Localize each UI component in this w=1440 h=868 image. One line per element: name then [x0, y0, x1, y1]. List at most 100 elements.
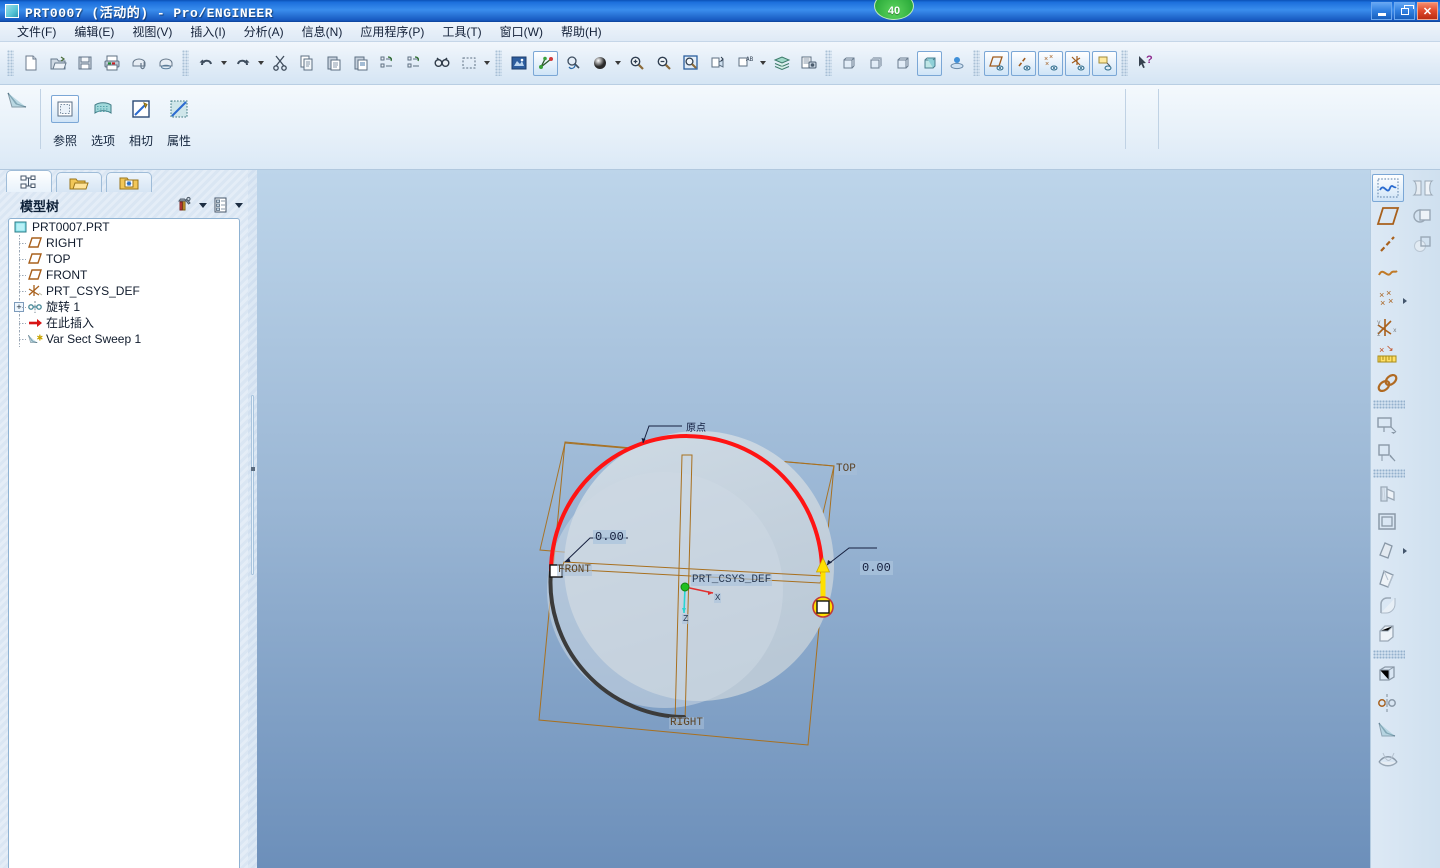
menu-item-7[interactable]: 工具(T): [433, 21, 490, 42]
trajectory-start-dim[interactable]: 0.00: [593, 530, 626, 544]
screenshot-icon[interactable]: [796, 51, 821, 76]
menu-item-1[interactable]: 编辑(E): [65, 21, 123, 42]
datum-axis-display-icon[interactable]: [1011, 50, 1036, 76]
sweep-blend-icon[interactable]: [1372, 564, 1404, 592]
context-help-icon[interactable]: ?: [1132, 51, 1157, 76]
tree-item-在此插入[interactable]: 在此插入: [9, 315, 239, 331]
flyout-arrow-icon[interactable]: [1403, 548, 1407, 554]
model-tree[interactable]: PRT0007.PRT RIGHT TOP FRONT PRT_CSYS_DEF + 旋转 …: [8, 218, 240, 868]
zoom-out-icon[interactable]: [651, 51, 676, 76]
splitter-handle[interactable]: [251, 467, 255, 471]
sketch-icon[interactable]: [1372, 174, 1404, 202]
spin-center-icon[interactable]: [533, 50, 558, 76]
show-icon[interactable]: [210, 195, 232, 215]
orient-icon[interactable]: [560, 51, 585, 76]
restore-button[interactable]: [1394, 2, 1415, 20]
datum-axis-icon[interactable]: [1372, 230, 1404, 258]
mirror-icon[interactable]: [1372, 689, 1404, 717]
dashboard-tab-属性[interactable]: 属性: [160, 95, 198, 149]
datum-plane-display-icon[interactable]: [984, 50, 1009, 76]
shell-icon[interactable]: [1372, 508, 1404, 536]
zoom-in-icon[interactable]: [624, 51, 649, 76]
undo-icon[interactable]: [193, 51, 218, 76]
shade-icon[interactable]: [587, 51, 612, 76]
menu-item-0[interactable]: 文件(F): [8, 21, 65, 42]
shading-icon[interactable]: [917, 50, 942, 76]
menu-item-4[interactable]: 分析(A): [235, 21, 293, 42]
model-tree-tab[interactable]: [6, 170, 52, 192]
draft-icon[interactable]: [1372, 536, 1407, 564]
mail-icon[interactable]: [126, 51, 151, 76]
undo-dropdown[interactable]: [219, 51, 229, 76]
datum-plane-icon[interactable]: [1372, 202, 1404, 230]
save-icon[interactable]: [72, 51, 97, 76]
no-hidden-icon[interactable]: [890, 51, 915, 76]
toolbar-grip-2[interactable]: [182, 50, 189, 76]
datum-ref-icon[interactable]: [1372, 370, 1404, 398]
new-icon[interactable]: [18, 51, 43, 76]
tree-item-PRT0007.PRT[interactable]: PRT0007.PRT: [9, 219, 239, 235]
toolbar-grip[interactable]: [7, 50, 14, 76]
settings-icon[interactable]: [174, 195, 196, 215]
analysis-feature-icon[interactable]: × ↘: [1372, 342, 1404, 370]
close-button[interactable]: ✕: [1417, 2, 1438, 20]
layers-icon[interactable]: [769, 51, 794, 76]
section-angle-dim[interactable]: 0.00: [860, 561, 893, 575]
datum-point-icon[interactable]: × × × ×: [1372, 286, 1407, 314]
view-saved-icon[interactable]: [705, 51, 730, 76]
open-icon[interactable]: [45, 51, 70, 76]
toolbar-grip-5[interactable]: [973, 50, 980, 76]
redo-icon[interactable]: [230, 51, 255, 76]
tree-item-TOP[interactable]: TOP: [9, 251, 239, 267]
tree-item-PRT_CSYS_DEF[interactable]: PRT_CSYS_DEF: [9, 283, 239, 299]
annotation-display-icon[interactable]: [1092, 50, 1117, 76]
toolbar-grip-6[interactable]: [1121, 50, 1128, 76]
toolbar-grip-3[interactable]: [495, 50, 502, 76]
dashboard-tab-选项[interactable]: 选项: [84, 95, 122, 149]
tree-item-旋转 1[interactable]: + 旋转 1: [9, 299, 239, 315]
cut-icon[interactable]: [267, 51, 292, 76]
var-sect-sweep-icon[interactable]: [1372, 717, 1404, 745]
find-icon[interactable]: [429, 51, 454, 76]
menu-item-8[interactable]: 窗口(W): [491, 21, 552, 42]
annotate-icon[interactable]: AB: [732, 51, 757, 76]
regenerate-manage-icon[interactable]: [402, 51, 427, 76]
shading-edges-icon[interactable]: [944, 51, 969, 76]
dashboard-tab-参照[interactable]: 参照: [46, 95, 84, 149]
menu-item-2[interactable]: 视图(V): [123, 21, 181, 42]
regenerate-icon[interactable]: [375, 51, 400, 76]
panel-splitter[interactable]: [248, 170, 257, 868]
tree-expander[interactable]: +: [14, 302, 24, 312]
datum-csys-display-icon[interactable]: [1065, 50, 1090, 76]
merge-icon[interactable]: [1407, 202, 1439, 230]
annotate-dropdown[interactable]: [758, 51, 768, 76]
copy-icon[interactable]: [294, 51, 319, 76]
favorites-tab[interactable]: [106, 172, 152, 192]
hidden-line-icon[interactable]: [863, 51, 888, 76]
link-icon[interactable]: [153, 51, 178, 76]
folder-browser-tab[interactable]: [56, 172, 102, 192]
select-box-icon[interactable]: [456, 51, 481, 76]
chamfer-icon[interactable]: [1372, 620, 1404, 648]
datum-point-display-icon[interactable]: × × ×: [1038, 50, 1063, 76]
round-icon[interactable]: [1372, 592, 1404, 620]
rib-icon[interactable]: [1372, 480, 1404, 508]
extrude-icon[interactable]: [1372, 411, 1404, 439]
splitter-bar[interactable]: [251, 395, 254, 575]
dashboard-tab-相切[interactable]: 相切: [122, 95, 160, 149]
flyout-arrow-icon[interactable]: [1403, 298, 1407, 304]
menu-item-6[interactable]: 应用程序(P): [351, 21, 433, 42]
wireframe-icon[interactable]: [836, 51, 861, 76]
redo-dropdown[interactable]: [256, 51, 266, 76]
select-dropdown[interactable]: [482, 51, 492, 76]
datum-curve-icon[interactable]: [1372, 258, 1404, 286]
graphics-window[interactable]: 原点 TOP FRONT RIGHT PRT_CSYS_DEF X Z 0.00…: [257, 170, 1370, 868]
boundary-blend-icon[interactable]: [1372, 745, 1404, 773]
mirror-geom-icon[interactable]: [1407, 174, 1439, 202]
trim-icon[interactable]: [1407, 230, 1439, 258]
datum-csys-icon[interactable]: yz x: [1372, 314, 1404, 342]
paste-icon[interactable]: [321, 51, 346, 76]
revolve-icon[interactable]: [1372, 439, 1404, 467]
repaint-icon[interactable]: [506, 51, 531, 76]
tree-item-Var Sect Sweep 1[interactable]: ✱ Var Sect Sweep 1: [9, 331, 239, 347]
